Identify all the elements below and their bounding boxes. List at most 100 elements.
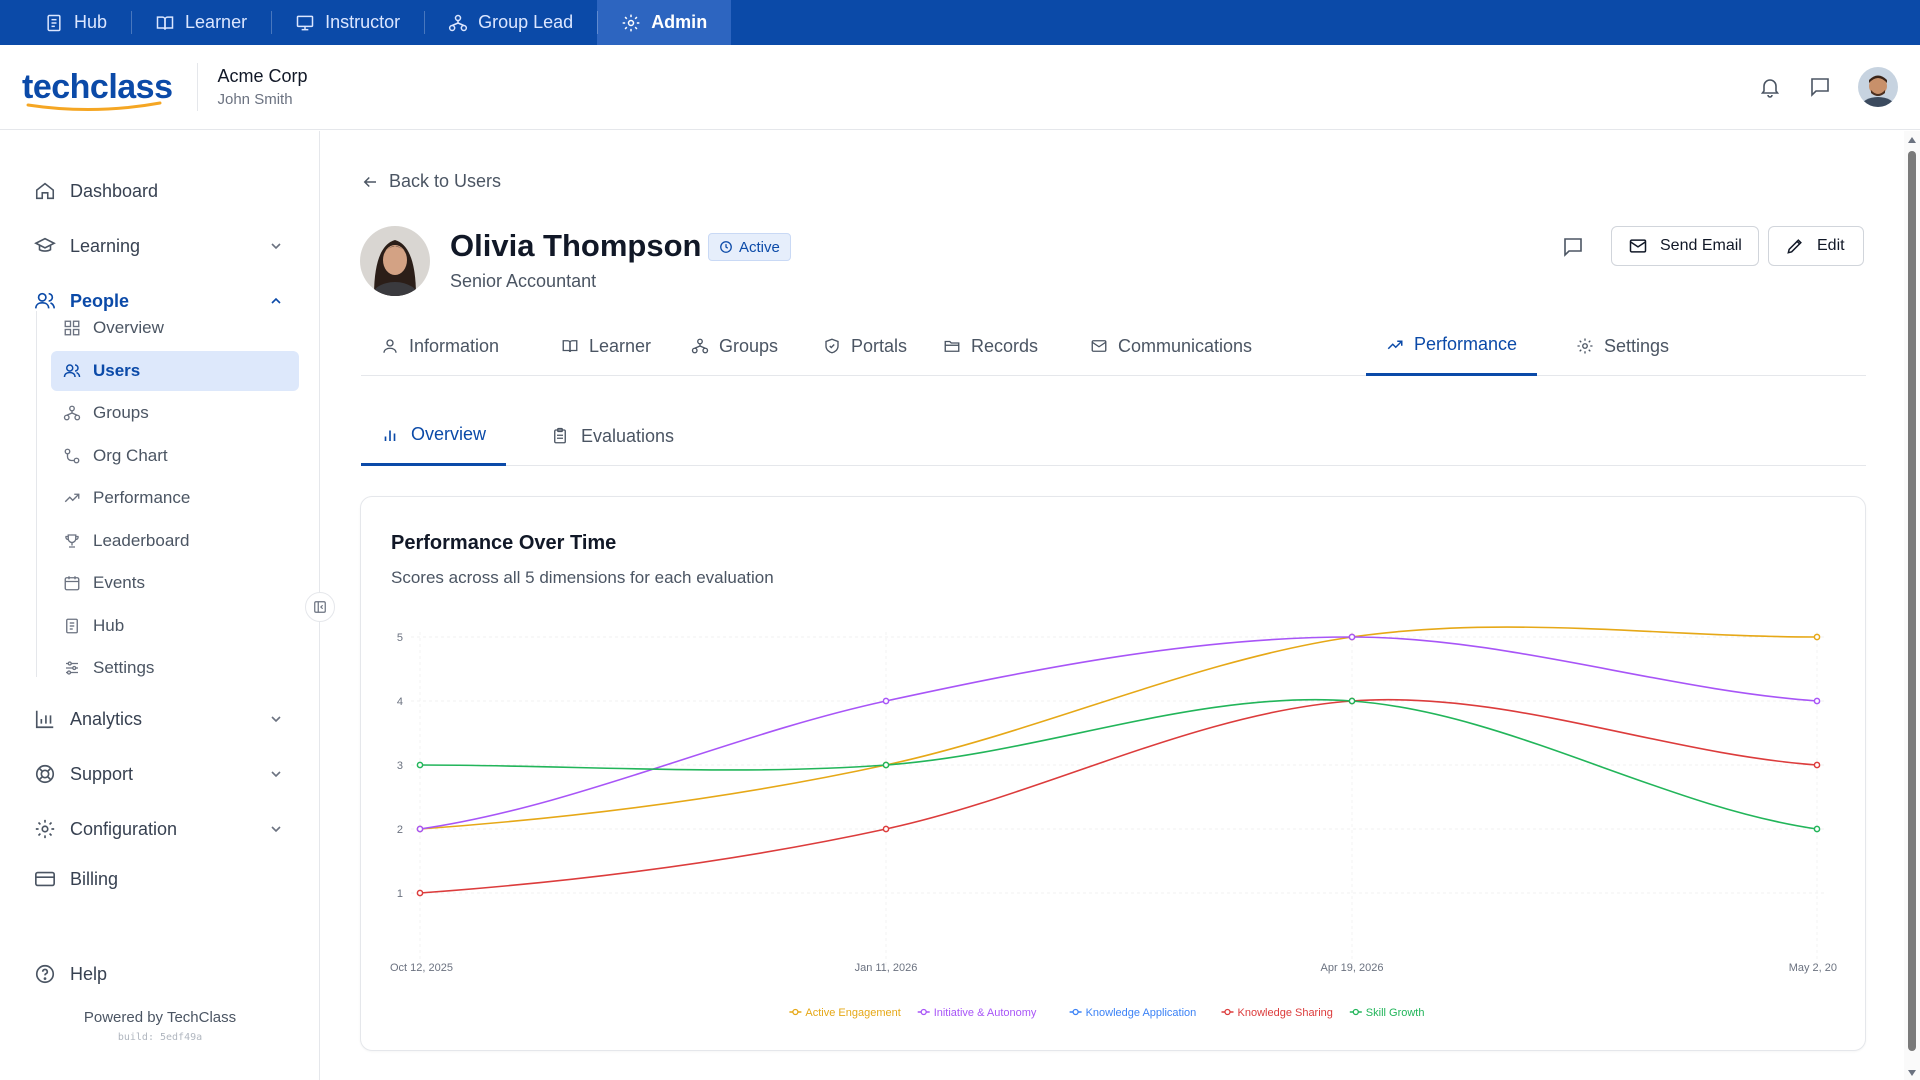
tab-learner[interactable]: Learner xyxy=(541,316,671,376)
tab-records[interactable]: Records xyxy=(923,316,1058,376)
sidebar-item-label: Configuration xyxy=(70,818,178,839)
scroll-up-arrow[interactable] xyxy=(1908,137,1916,143)
current-user-name: John Smith xyxy=(217,91,293,108)
page-scrollbar[interactable] xyxy=(1904,131,1920,1080)
performance-chart-card: Performance Over Time Scores across all … xyxy=(360,496,1866,1051)
org-icon xyxy=(449,14,468,31)
tab-information[interactable]: Information xyxy=(361,316,519,376)
top-role-bar: Hub Learner Instructor Group Lead Admin xyxy=(0,0,1920,45)
tab-performance[interactable]: Performance xyxy=(1366,316,1538,376)
tab-settings[interactable]: Settings xyxy=(1556,316,1689,376)
scroll-down-arrow[interactable] xyxy=(1908,1070,1916,1076)
legend-point-marker xyxy=(1224,1008,1231,1016)
data-point xyxy=(416,825,424,833)
legend-label: Initiative & Autonomy xyxy=(934,1007,1037,1019)
tab-label: Performance xyxy=(1414,334,1518,354)
mail-icon xyxy=(1629,239,1647,253)
subtab-overview[interactable]: Overview xyxy=(361,406,507,466)
chevron-down-icon xyxy=(271,771,281,778)
sidebar-collapse-button[interactable] xyxy=(305,592,335,622)
clipboard-icon xyxy=(554,427,566,444)
top-tab-label: Learner xyxy=(185,12,248,32)
bar-chart-icon xyxy=(384,430,396,441)
scroll-thumb[interactable] xyxy=(1908,151,1916,1051)
techclass-logo[interactable]: techclass xyxy=(22,68,173,111)
book-icon xyxy=(66,618,78,634)
top-tab-learner[interactable]: Learner xyxy=(131,0,271,45)
tab-label: Settings xyxy=(1604,335,1670,356)
users-icon xyxy=(63,364,81,378)
calendar-icon xyxy=(64,576,80,591)
legend-label: Knowledge Application xyxy=(1086,1007,1197,1019)
tab-portals[interactable]: Portals xyxy=(803,316,927,376)
edit-label: Edit xyxy=(1817,237,1845,254)
sidebar-item-analytics[interactable]: Analytics xyxy=(34,701,284,737)
tab-communications[interactable]: Communications xyxy=(1070,316,1272,376)
message-icon[interactable] xyxy=(1808,75,1832,99)
grid-icon xyxy=(64,320,80,336)
legend-label: Skill Growth xyxy=(1366,1007,1425,1019)
top-tab-instructor[interactable]: Instructor xyxy=(271,0,424,45)
send-email-button[interactable]: Send Email xyxy=(1611,226,1759,266)
user-avatar[interactable] xyxy=(1858,67,1898,107)
sidebar-subitem-leaderboard[interactable]: Leaderboard xyxy=(51,521,299,561)
credit-card-icon xyxy=(35,871,55,887)
sidebar-item-billing[interactable]: Billing xyxy=(34,861,284,897)
help-circle-icon xyxy=(35,964,55,984)
back-link-label: Back to Users xyxy=(389,171,502,191)
sidebar-item-dashboard[interactable]: Dashboard xyxy=(34,173,284,209)
sidebar-item-label: Dashboard xyxy=(70,180,159,201)
bell-icon[interactable] xyxy=(1758,75,1782,99)
sidebar-subitem-label: Groups xyxy=(93,403,149,422)
logo-swoosh xyxy=(26,101,162,111)
trending-up-icon xyxy=(64,493,80,503)
top-tab-admin[interactable]: Admin xyxy=(597,0,732,45)
subtab-evaluations[interactable]: Evaluations xyxy=(531,406,694,466)
open-book-icon xyxy=(562,340,578,353)
legend-point-marker xyxy=(792,1008,799,1016)
sidebar-subitem-events[interactable]: Events xyxy=(51,563,299,603)
top-tab-hub[interactable]: Hub xyxy=(20,0,131,45)
y-tick-label: 1 xyxy=(397,888,403,900)
data-point xyxy=(882,761,890,769)
series-line xyxy=(419,698,1818,894)
sidebar-subitem-label: Leaderboard xyxy=(93,531,190,550)
sidebar-subitem-performance[interactable]: Performance xyxy=(51,478,299,518)
data-point xyxy=(1813,633,1821,641)
back-to-users-link[interactable]: Back to Users xyxy=(361,171,501,192)
top-tab-label: Hub xyxy=(74,12,108,32)
build-version: build: 5edf49a xyxy=(117,1032,203,1043)
sidebar-subitem-groups[interactable]: Groups xyxy=(51,393,299,433)
series-line xyxy=(419,636,1818,830)
tab-groups[interactable]: Groups xyxy=(671,316,798,376)
message-user-icon[interactable] xyxy=(1561,235,1585,259)
main-content: Back to Users Olivia Thompson Active Sen… xyxy=(321,131,1901,1080)
data-point xyxy=(416,889,424,897)
sidebar-subitem-users[interactable]: Users xyxy=(51,351,299,391)
graduation-cap-icon xyxy=(34,237,56,252)
sidebar-item-learning[interactable]: Learning xyxy=(34,228,284,264)
edit-button[interactable]: Edit xyxy=(1768,226,1864,266)
y-tick-label: 5 xyxy=(397,632,403,644)
legend-label: Active Engagement xyxy=(805,1007,900,1019)
sidebar-subitem-hub[interactable]: Hub xyxy=(51,606,299,646)
chevron-down-icon xyxy=(271,826,281,833)
data-point xyxy=(1813,825,1821,833)
sidebar-item-configuration[interactable]: Configuration xyxy=(34,811,284,847)
sidebar-item-help[interactable]: Help xyxy=(34,956,284,992)
mail-icon xyxy=(1091,340,1107,352)
sidebar-subitem-org-chart[interactable]: Org Chart xyxy=(51,436,299,476)
data-point xyxy=(1348,697,1356,705)
sidebar-subitem-settings[interactable]: Settings xyxy=(51,648,299,688)
legend-point-marker xyxy=(1072,1008,1079,1016)
data-point xyxy=(1813,761,1821,769)
top-tab-group-lead[interactable]: Group Lead xyxy=(424,0,597,45)
panel-collapse-icon xyxy=(314,601,326,613)
send-email-label: Send Email xyxy=(1660,237,1742,254)
sidebar-subitem-overview[interactable]: Overview xyxy=(51,308,299,348)
sidebar-item-support[interactable]: Support xyxy=(34,756,284,792)
org-icon xyxy=(63,405,81,421)
sidebar-subitem-label: Overview xyxy=(93,318,164,337)
open-book-icon xyxy=(156,15,174,30)
tab-label: Communications xyxy=(1118,335,1253,356)
